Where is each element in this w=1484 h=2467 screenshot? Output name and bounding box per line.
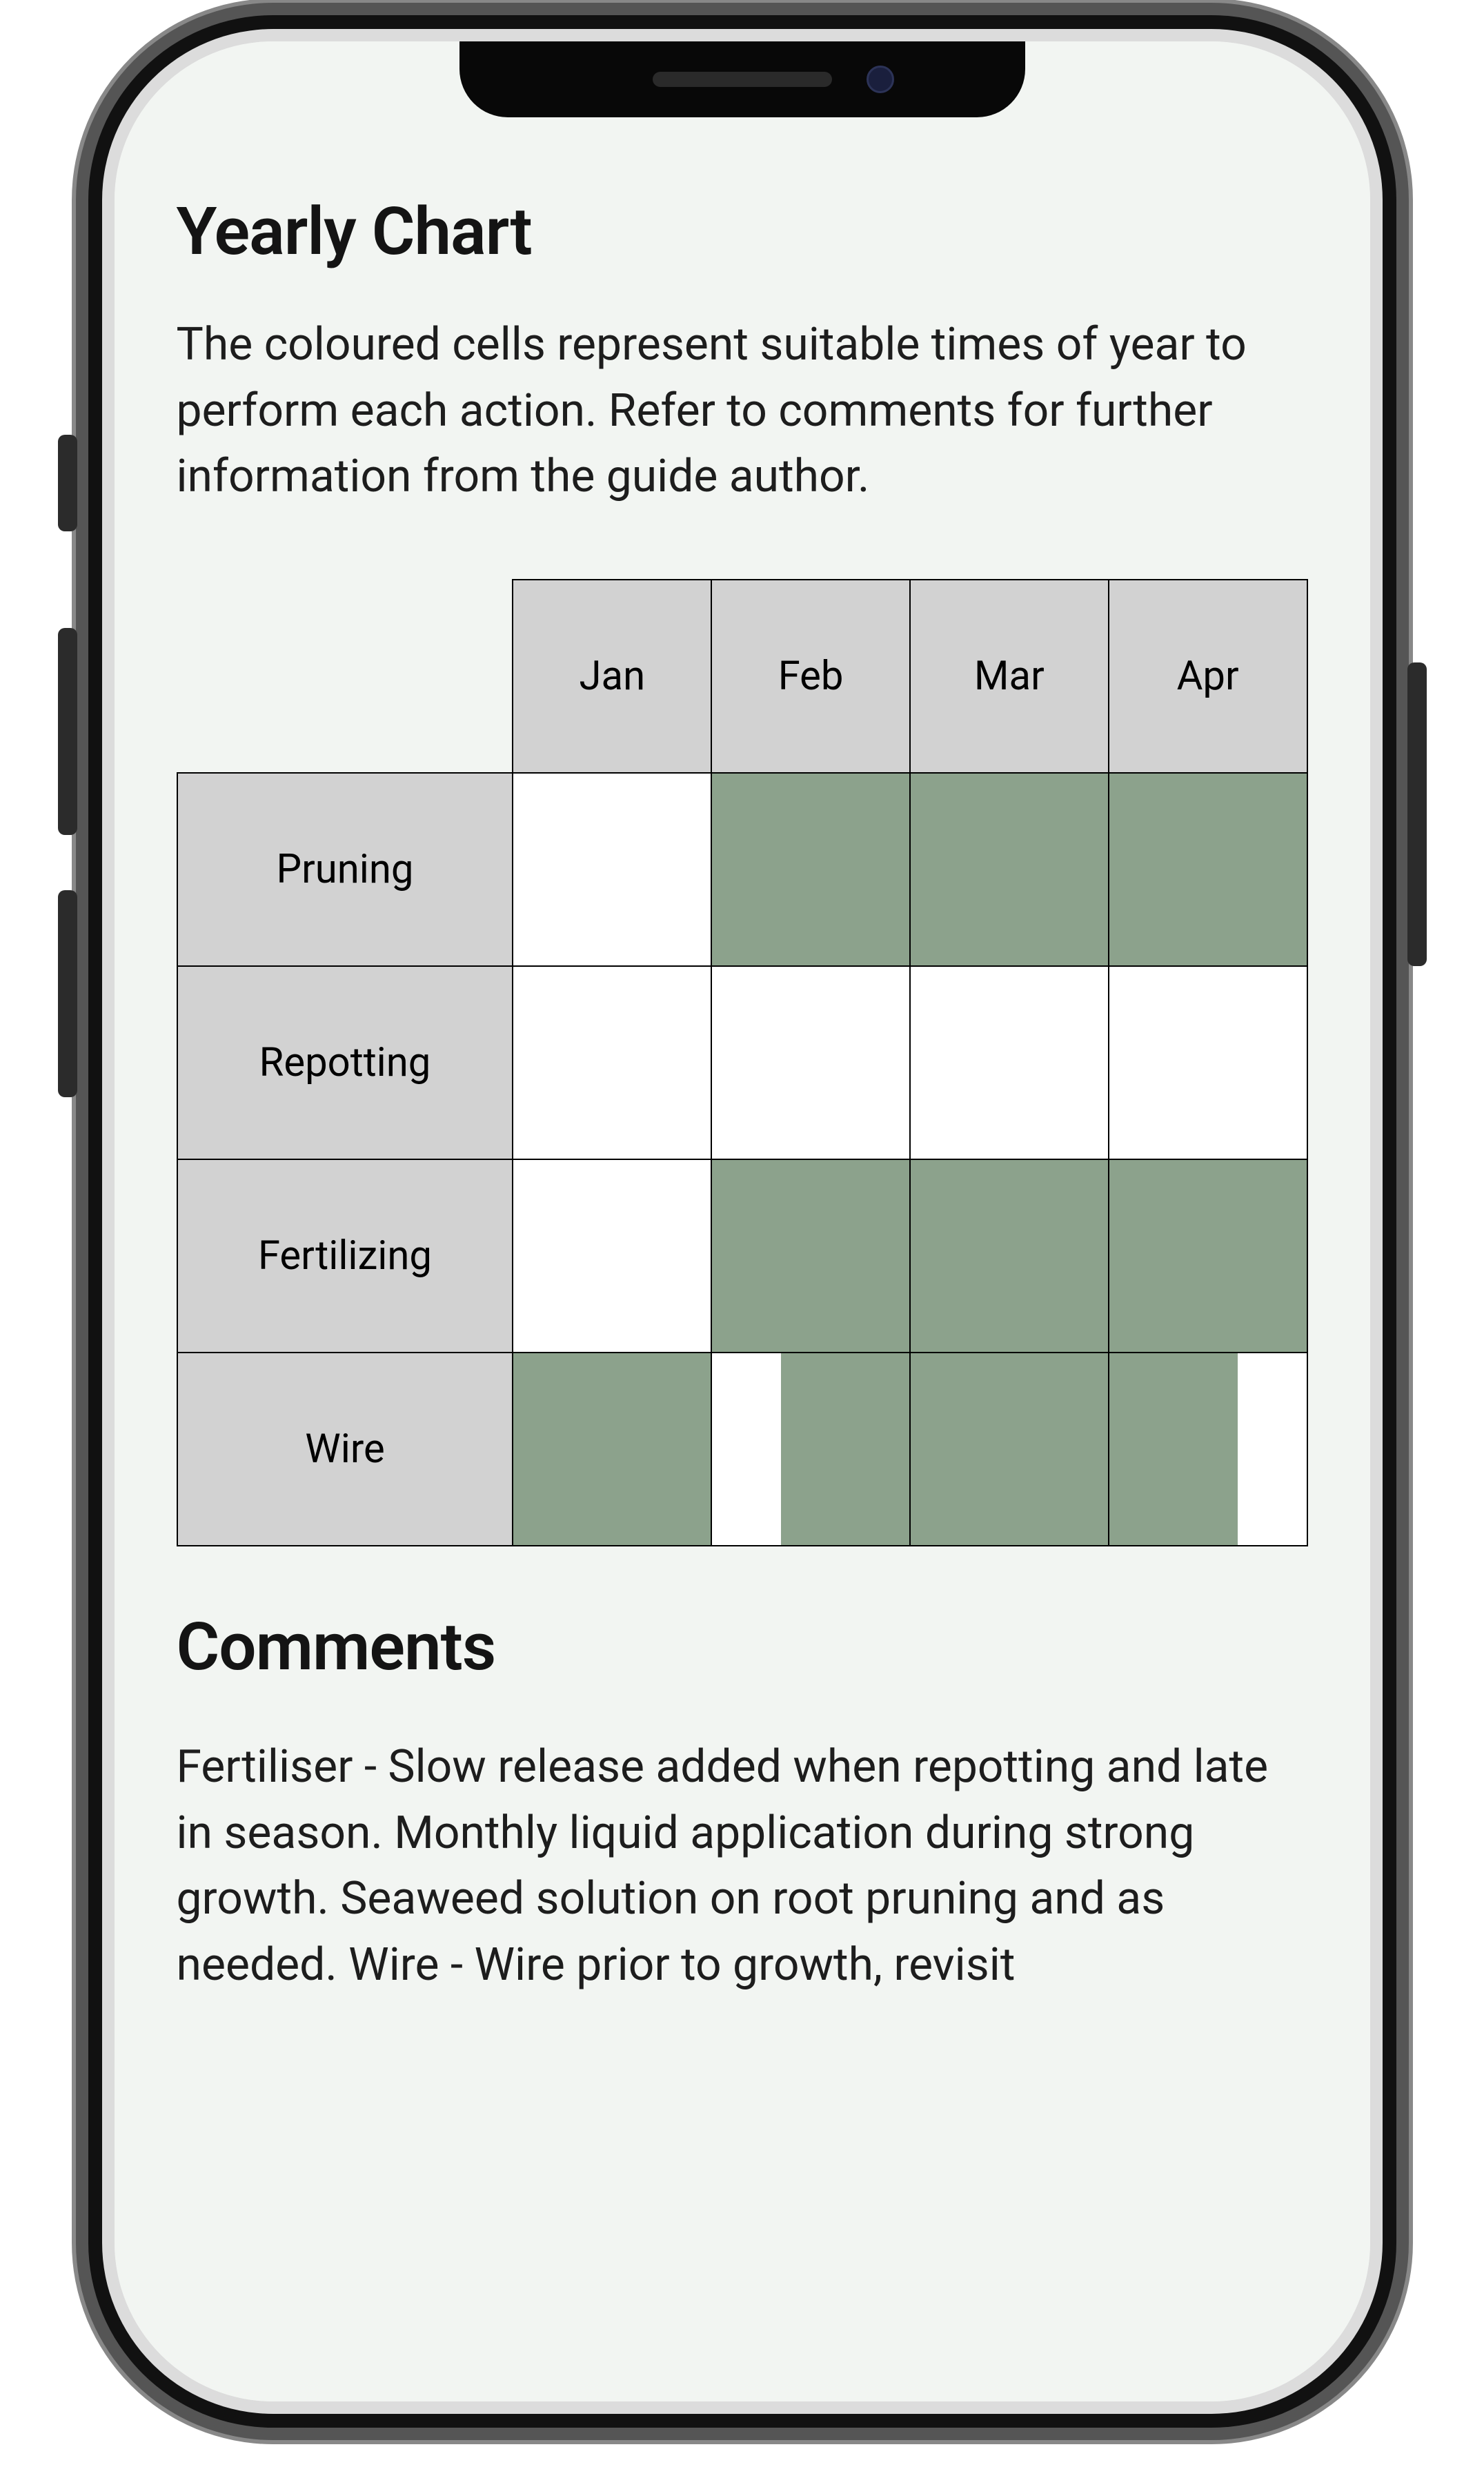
chart-cell <box>1109 1353 1307 1546</box>
chart-cell <box>910 966 1109 1159</box>
chart-cell <box>910 1353 1109 1546</box>
volume-up-button[interactable] <box>58 628 77 835</box>
mute-switch[interactable] <box>58 435 77 531</box>
chart-cell <box>513 1353 711 1546</box>
row-header: Wire <box>177 1353 513 1546</box>
chart-cell <box>711 1159 910 1353</box>
front-camera-icon <box>867 66 894 93</box>
table-corner <box>177 580 513 773</box>
chart-cell <box>513 1159 711 1353</box>
table-row: Wire <box>177 1353 1307 1546</box>
col-header-apr: Apr <box>1109 580 1307 773</box>
row-header: Fertilizing <box>177 1159 513 1353</box>
col-header-jan: Jan <box>513 580 711 773</box>
page-title: Yearly Chart <box>177 193 1308 271</box>
col-header-mar: Mar <box>910 580 1109 773</box>
phone-bezel: Yearly Chart The coloured cells represen… <box>115 41 1370 2401</box>
chart-cell <box>910 1159 1109 1353</box>
chart-cell <box>1109 966 1307 1159</box>
screen: Yearly Chart The coloured cells represen… <box>115 41 1370 2401</box>
comments-title: Comments <box>177 1609 1308 1686</box>
chart-body: PruningRepottingFertilizingWire <box>177 773 1307 1546</box>
chart-cell <box>910 773 1109 966</box>
chart-cell <box>711 966 910 1159</box>
chart-cell <box>711 773 910 966</box>
chart-cell <box>711 1353 910 1546</box>
col-header-feb: Feb <box>711 580 910 773</box>
table-row: Fertilizing <box>177 1159 1307 1353</box>
notch <box>459 41 1025 117</box>
comments-body: Fertiliser - Slow release added when rep… <box>177 1734 1308 1998</box>
speaker-grille <box>653 72 832 87</box>
row-header: Pruning <box>177 773 513 966</box>
row-header: Repotting <box>177 966 513 1159</box>
power-button[interactable] <box>1407 662 1427 966</box>
chart-cell <box>513 966 711 1159</box>
chart-cell <box>513 773 711 966</box>
table-row: Pruning <box>177 773 1307 966</box>
phone-frame: Yearly Chart The coloured cells represen… <box>115 41 1370 2401</box>
chart-cell <box>1109 1159 1307 1353</box>
bezel-fade <box>115 2319 1370 2401</box>
table-row: Repotting <box>177 966 1307 1159</box>
chart-cell <box>1109 773 1307 966</box>
chart-description: The coloured cells represent suitable ti… <box>177 312 1308 510</box>
volume-down-button[interactable] <box>58 890 77 1097</box>
yearly-chart-table: Jan Feb Mar Apr PruningRepottingFertiliz… <box>177 579 1308 1546</box>
